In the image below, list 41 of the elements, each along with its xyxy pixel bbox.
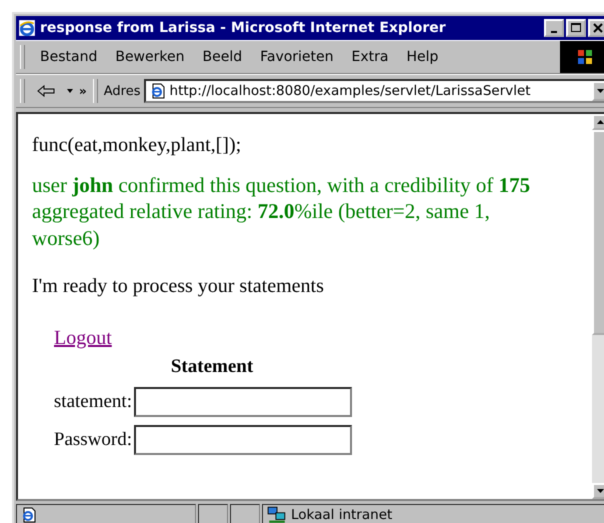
address-field[interactable]: http://localhost:8080/examples/servlet/LarissaServlet [144, 79, 604, 103]
window-title: response from Larissa - Microsoft Internet Explorer [40, 20, 447, 36]
page-icon [150, 83, 166, 99]
caret-icon [596, 89, 604, 93]
security-zone-text: Lokaal intranet [291, 507, 392, 523]
scroll-thumb[interactable] [592, 130, 604, 335]
input-field[interactable] [134, 387, 352, 418]
close-button[interactable] [588, 19, 604, 37]
menu-item[interactable]: Bewerken [106, 49, 194, 65]
minimize-icon [551, 31, 557, 33]
dropdown-button[interactable] [592, 81, 604, 101]
menu-item[interactable]: Favorieten [251, 49, 343, 65]
scroll-up-button[interactable] [592, 114, 604, 130]
field-label: Password: [52, 428, 132, 452]
down-arrow-icon [596, 489, 604, 493]
close-icon [593, 23, 603, 33]
scroll-down-button[interactable] [592, 483, 604, 499]
network-computers-icon [267, 506, 287, 523]
maximize-button[interactable] [566, 19, 586, 37]
status-panel [230, 504, 260, 523]
up-arrow-icon [596, 120, 604, 124]
scrollbar[interactable] [592, 114, 604, 499]
address-label: Adres [104, 84, 141, 98]
toolbar-chevron[interactable]: » [79, 84, 87, 98]
windows-logo-icon [560, 41, 604, 73]
status-panel [198, 504, 228, 523]
menu-item[interactable]: Bestand [31, 49, 106, 65]
rating-result-text: user john confirmed this question, with a credibility of 175 aggregated relative rating: 72.0%ile (better=2, same 1, worse6) [32, 172, 532, 251]
logout-link[interactable]: Logout [54, 324, 112, 351]
page-icon [21, 507, 37, 523]
input-field[interactable] [134, 425, 352, 456]
maximize-icon [571, 23, 581, 33]
menu-item[interactable]: Help [398, 49, 448, 65]
minimize-button[interactable] [544, 19, 564, 37]
function-call-text: func(eat,monkey,plant,[]); [32, 133, 242, 158]
menu-item[interactable]: Beeld [193, 49, 252, 65]
browser-logo-icon [18, 19, 36, 37]
field-label: statement: [52, 390, 132, 414]
ready-message: I'm ready to process your statements [32, 274, 325, 299]
form-heading: Statement [170, 354, 254, 379]
menu-item[interactable]: Extra [342, 49, 398, 65]
